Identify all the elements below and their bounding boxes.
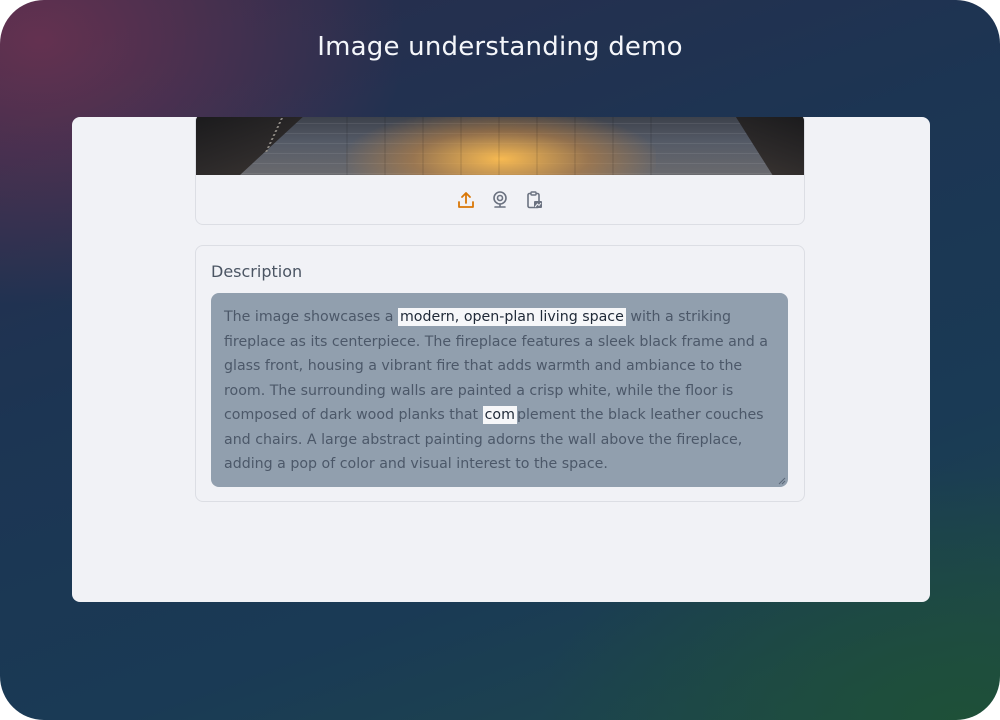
upload-icon (458, 191, 474, 208)
description-textarea[interactable]: The image showcases a modern, open-plan … (211, 293, 788, 487)
fireplace-glow (346, 117, 656, 175)
description-text-selection: com (482, 406, 517, 424)
webcam-button[interactable] (489, 189, 511, 211)
image-input (195, 117, 805, 225)
image-preview (196, 117, 804, 175)
page-title: Image understanding demo (317, 32, 683, 62)
description-output: Description The image showcases a modern… (195, 245, 805, 502)
clipboard-paste-icon (527, 190, 542, 208)
paste-from-clipboard-button[interactable] (523, 189, 545, 211)
resize-handle-icon[interactable] (778, 477, 786, 485)
main-panel: Description The image showcases a modern… (72, 117, 930, 602)
description-text-highlight: modern, open-plan living space (397, 308, 626, 326)
image-source-toolbar (196, 175, 804, 224)
description-label: Description (211, 262, 303, 281)
webcam-icon (493, 190, 507, 208)
upload-button[interactable] (455, 189, 477, 211)
app-background: Image understanding demo Description The… (0, 0, 1000, 720)
description-text: The image showcases a (224, 309, 398, 325)
